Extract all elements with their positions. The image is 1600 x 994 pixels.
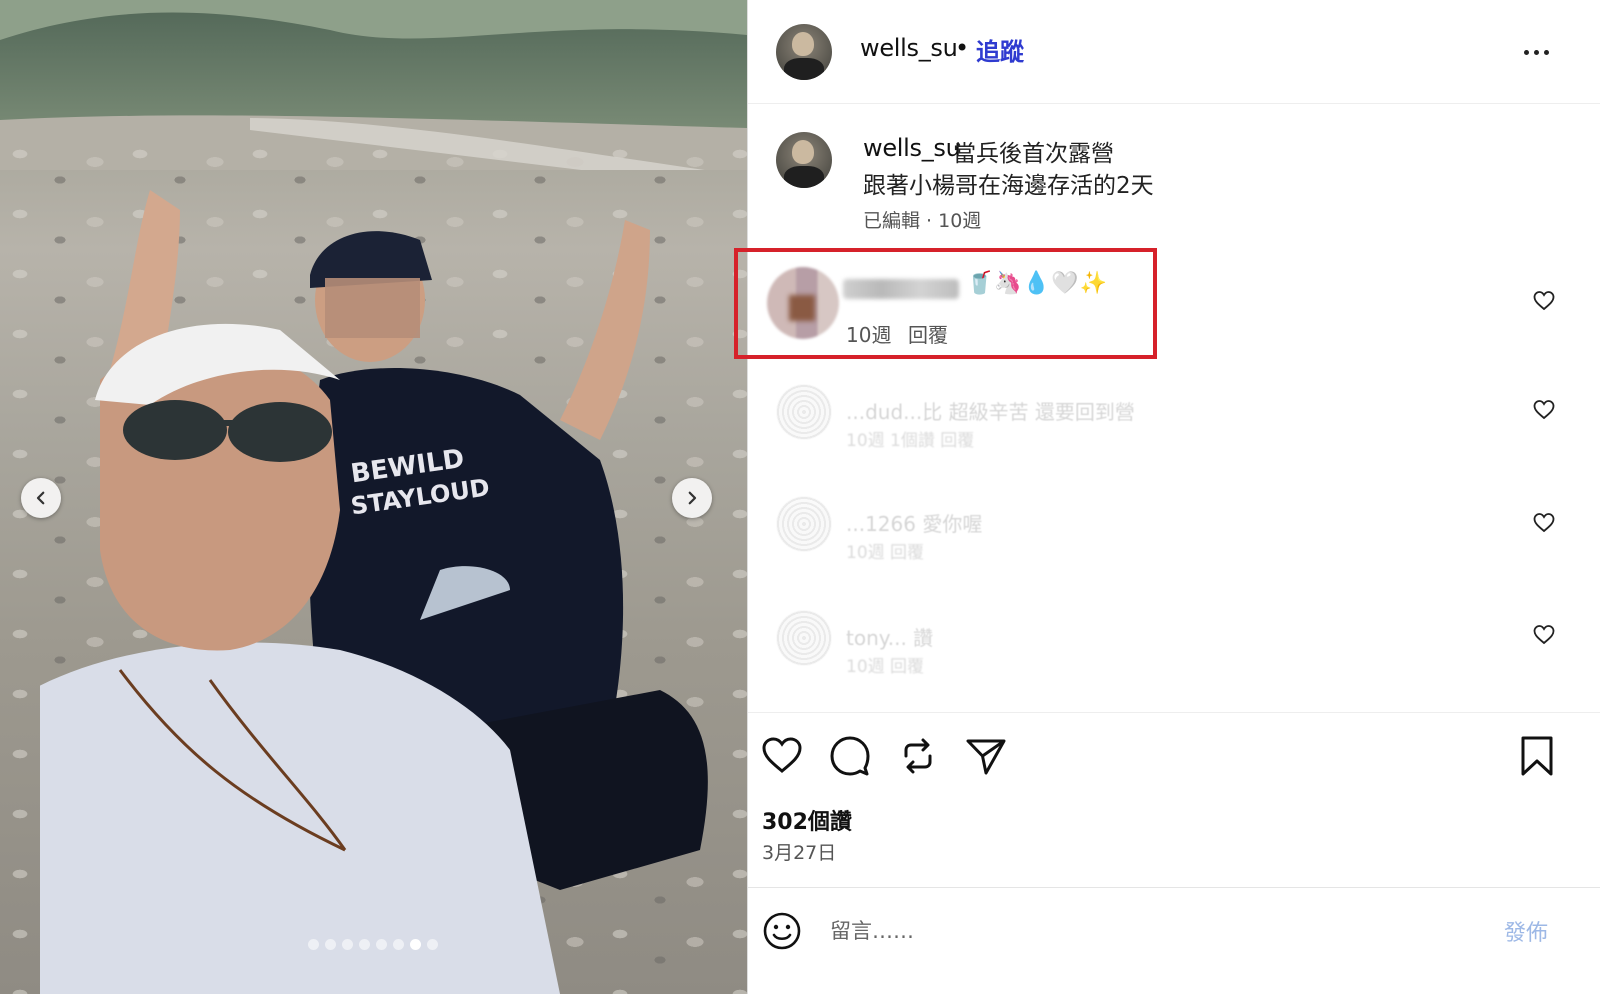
speech-bubble-icon [830,736,870,776]
carousel-dot [359,939,370,950]
comment-item: 🥤🦄💧🤍✨ 10週 回覆 [734,248,1600,359]
bookmark-icon [1521,736,1553,776]
heart-icon [1533,625,1555,645]
heart-icon [1533,513,1555,533]
post-photo: BEWILD STAYLOUD [0,0,747,994]
like-comment-button[interactable] [1532,511,1556,535]
like-comment-button[interactable] [1532,289,1556,313]
like-comment-button[interactable] [1532,623,1556,647]
caption-username[interactable]: wells_su [863,134,961,162]
divider [748,712,1600,713]
post-header: wells_su • 追蹤 [748,0,1600,104]
post-detail-panel: wells_su • 追蹤 wells_su 當兵後首次露營 跟著小楊哥在海邊存… [734,0,1600,994]
chevron-right-icon [688,491,697,505]
likes-count[interactable]: 302個讚 [762,804,852,836]
share-button[interactable] [964,734,1008,778]
comment-item: ...1266 愛你喔 10週 回覆 [748,482,1600,586]
more-icon [1523,49,1529,55]
chevron-left-icon [36,491,45,505]
save-button[interactable] [1515,734,1559,778]
post-date: 3月27日 [762,842,837,864]
carousel-dot [427,939,438,950]
caption-meta: 已編輯 · 10週 [863,210,982,232]
carousel-dot [325,939,336,950]
separator-dot: • [955,34,970,62]
heart-icon [762,737,802,773]
carousel-dot [376,939,387,950]
repost-button[interactable] [896,734,940,778]
carousel-dot [308,939,319,950]
paper-plane-icon [966,739,1006,775]
comment-meta: 10週 回覆 [846,657,925,677]
comment-text: tony... 讚 [846,626,934,650]
people-figures: BEWILD STAYLOUD [40,190,708,994]
commenter-avatar[interactable] [776,384,832,440]
caption-text-line1: 當兵後首次露營 [953,141,1114,167]
comment-item: ...dud...比 超級辛苦 還要回到營 10週 1個讚 回覆 [748,370,1600,474]
follow-button[interactable]: 追蹤 [976,32,1024,67]
comment-input[interactable] [830,914,1470,948]
like-comment-button[interactable] [1532,398,1556,422]
heart-icon [1533,400,1555,420]
carousel-indicator [308,939,438,950]
more-options-button[interactable] [1516,40,1556,64]
caption-author-avatar[interactable] [776,132,832,188]
highlight-box [734,248,1157,359]
comment-item: tony... 讚 10週 回覆 [748,596,1600,700]
like-button[interactable] [760,734,804,778]
commenter-avatar[interactable] [776,610,832,666]
divider [748,887,1600,888]
comment-text: ...dud...比 超級辛苦 還要回到營 [846,400,1135,424]
author-username[interactable]: wells_su [860,34,958,62]
heart-icon [1533,291,1555,311]
author-avatar[interactable] [776,24,832,80]
comment-meta: 10週 1個讚 回覆 [846,431,975,451]
carousel-dot [393,939,404,950]
previous-photo-button[interactable] [21,478,61,518]
comment-meta: 10週 回覆 [846,543,925,563]
next-photo-button[interactable] [672,478,712,518]
commenter-avatar[interactable] [776,496,832,552]
carousel-dot [410,939,421,950]
comment-button[interactable] [828,734,872,778]
emoji-button[interactable] [762,911,802,951]
carousel-dot [342,939,353,950]
smiley-icon [763,912,801,950]
comment-text: ...1266 愛你喔 [846,512,983,536]
caption-text-line2: 跟著小楊哥在海邊存活的2天 [863,173,1154,199]
post-comment-button[interactable]: 發佈 [1504,915,1548,947]
repost-icon [904,738,932,774]
